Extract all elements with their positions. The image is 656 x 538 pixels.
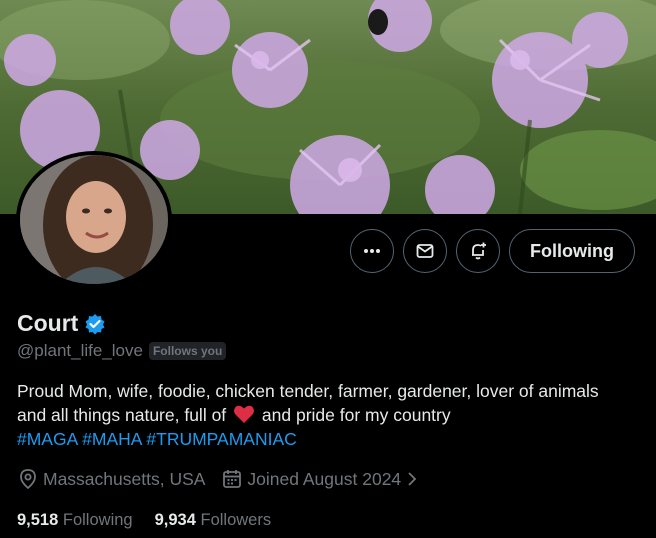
- hashtag-link[interactable]: #TRUMPAMANIAC: [146, 429, 296, 449]
- message-icon: [416, 244, 434, 258]
- profile-bio: Proud Mom, wife, foodie, chicken tender,…: [17, 379, 627, 451]
- join-date[interactable]: Joined August 2024: [221, 468, 419, 490]
- bio-text-tail: and pride for my country: [261, 405, 451, 425]
- hashtag-link[interactable]: #MAGA: [17, 429, 77, 449]
- following-button[interactable]: Following: [509, 229, 635, 273]
- following-stat[interactable]: 9,518 Following: [17, 511, 133, 530]
- profile-actions: Following: [350, 229, 635, 273]
- handle-row: @plant_life_love Follows you: [17, 341, 227, 361]
- calendar-icon: [223, 470, 242, 488]
- location-pin-icon: [20, 469, 36, 490]
- following-label: Following: [62, 511, 133, 529]
- hashtag-link[interactable]: #MAHA: [82, 429, 141, 449]
- following-count: 9,518: [17, 511, 59, 529]
- follow-stats: 9,518 Following 9,934 Followers: [17, 511, 293, 530]
- more-button[interactable]: [350, 229, 395, 273]
- followers-label: Followers: [200, 511, 272, 529]
- notification-button[interactable]: [456, 229, 501, 273]
- chevron-right-icon: [408, 472, 417, 486]
- location-text: Massachusetts, USA: [43, 468, 206, 489]
- display-name: Court: [17, 310, 79, 336]
- location: Massachusetts, USA: [17, 468, 205, 490]
- verified-badge-icon[interactable]: [84, 313, 106, 335]
- user-handle: @plant_life_love: [17, 341, 143, 360]
- profile-avatar[interactable]: [16, 151, 172, 288]
- follows-you-badge: Follows you: [148, 342, 227, 360]
- followers-stat[interactable]: 9,934 Followers: [155, 511, 272, 530]
- more-icon: [364, 249, 381, 253]
- name-row: Court: [17, 310, 106, 337]
- followers-count: 9,934: [154, 511, 196, 529]
- notification-icon: [472, 242, 487, 260]
- join-date-text: Joined August 2024: [247, 468, 402, 489]
- profile-meta: Massachusetts, USA Joined August 2024: [17, 468, 435, 490]
- heart-emoji-icon: [234, 405, 255, 423]
- message-button[interactable]: [403, 229, 448, 273]
